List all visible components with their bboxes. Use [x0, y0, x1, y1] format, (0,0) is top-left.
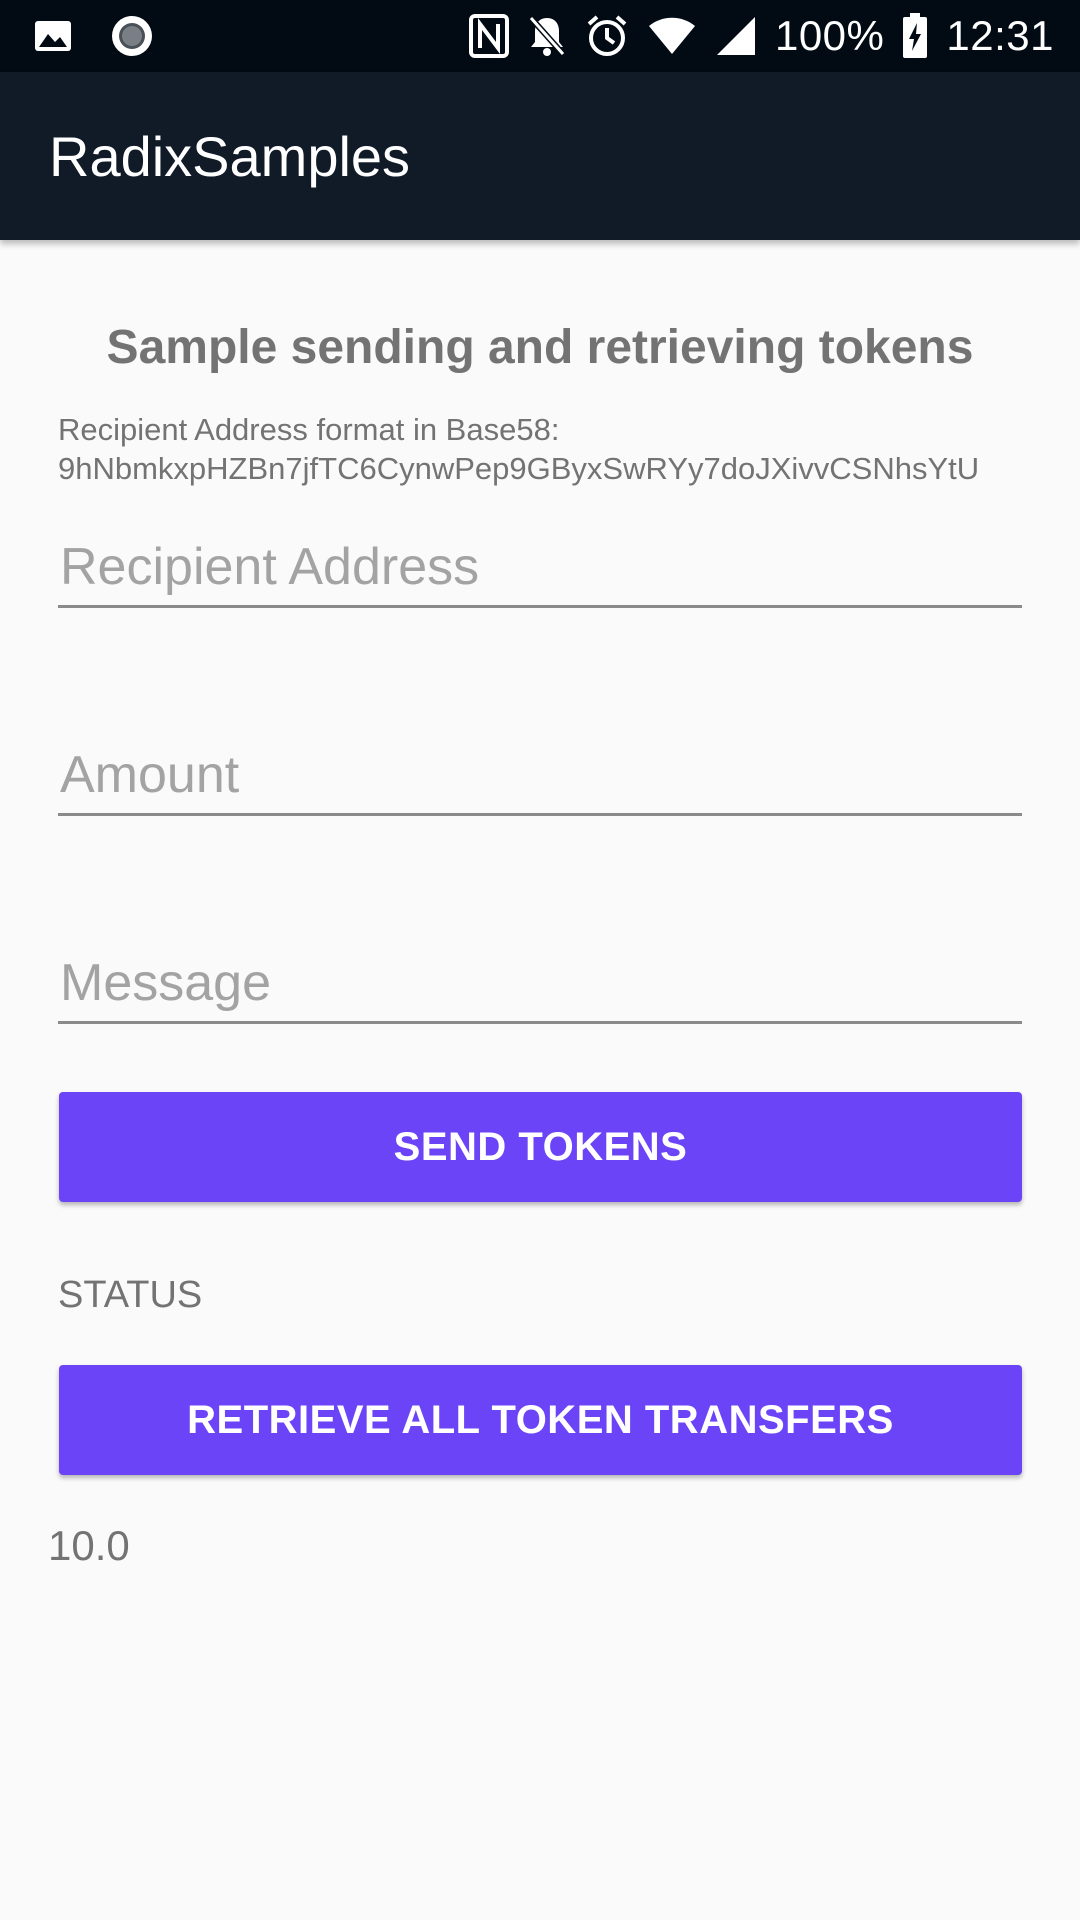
status-text: STATUS: [58, 1274, 203, 1316]
retrieve-transfers-button[interactable]: RETRIEVE ALL TOKEN TRANSFERS: [59, 1365, 1022, 1475]
battery-charging-icon: [902, 13, 928, 59]
signal-icon: [715, 15, 757, 57]
alarm-icon: [585, 14, 629, 58]
main-content: Sample sending and retrieving tokens Rec…: [0, 240, 1080, 1920]
notifications-off-icon: [527, 14, 567, 58]
result-value: 10.0: [48, 1522, 130, 1569]
recipient-address-input[interactable]: [58, 528, 1022, 608]
send-tokens-button[interactable]: SEND TOKENS: [59, 1092, 1022, 1202]
amount-input[interactable]: [58, 736, 1022, 816]
page-heading: Sample sending and retrieving tokens: [106, 321, 974, 374]
app-bar: RadixSamples: [0, 72, 1080, 240]
image-icon: [34, 20, 72, 52]
app-title: RadixSamples: [49, 125, 411, 188]
clock: 12:31: [946, 12, 1054, 59]
wifi-icon: [647, 16, 697, 56]
hint-example-address: 9hNbmkxpHZBn7jfTC6CynwPep9GByxSwRYy7doJX…: [58, 451, 980, 486]
nfc-icon: [468, 14, 509, 58]
battery-percent: 100%: [774, 12, 885, 59]
address-format-hint: Recipient Address format in Base58: 9hNb…: [58, 410, 1058, 488]
record-icon: [110, 14, 154, 58]
hint-label: Recipient Address format in Base58:: [58, 412, 560, 447]
message-input[interactable]: [58, 944, 1022, 1024]
status-bar: 100% 12:31: [0, 0, 1080, 72]
